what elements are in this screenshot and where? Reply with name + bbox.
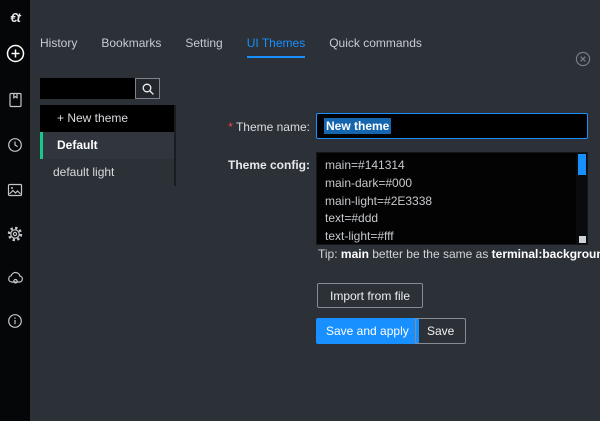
config-scrollbar-track[interactable] bbox=[576, 153, 587, 244]
config-line: main=#141314 bbox=[325, 157, 587, 175]
required-asterisk: * bbox=[228, 120, 233, 134]
theme-list-scrollbar[interactable] bbox=[174, 105, 176, 186]
sidebar: €t bbox=[0, 0, 30, 421]
config-line: text=#ddd bbox=[325, 210, 587, 228]
config-line: main-light=#2E3338 bbox=[325, 193, 587, 211]
search-button[interactable] bbox=[135, 78, 160, 99]
settings-window: { "colors": { "accent": "#1890ff", "sele… bbox=[0, 0, 600, 421]
add-circle-icon[interactable] bbox=[0, 43, 30, 63]
settings-gear-icon[interactable] bbox=[0, 224, 30, 244]
history-icon[interactable] bbox=[0, 135, 30, 155]
theme-search bbox=[40, 78, 160, 99]
theme-config-textarea[interactable]: main=#141314 main-dark=#000 main-light=#… bbox=[316, 152, 588, 245]
close-icon[interactable] bbox=[575, 51, 591, 67]
app-logo: €t bbox=[0, 7, 30, 27]
save-button[interactable]: Save bbox=[415, 318, 466, 344]
textarea-resize-grip[interactable] bbox=[579, 236, 586, 243]
tab-history[interactable]: History bbox=[40, 36, 77, 58]
list-item-default[interactable]: Default bbox=[40, 132, 176, 159]
tab-bookmarks[interactable]: Bookmarks bbox=[101, 36, 161, 58]
theme-name-value: New theme bbox=[324, 118, 391, 134]
list-item-default-light[interactable]: default light bbox=[40, 159, 176, 186]
tab-ui-themes[interactable]: UI Themes bbox=[247, 36, 305, 58]
tab-setting[interactable]: Setting bbox=[185, 36, 222, 58]
theme-name-input[interactable]: New theme bbox=[316, 113, 588, 139]
config-tip: Tip: main better be the same as terminal… bbox=[318, 247, 600, 261]
search-icon bbox=[141, 82, 155, 96]
config-line: text-light=#fff bbox=[325, 228, 587, 245]
bookmarks-icon[interactable] bbox=[0, 90, 30, 110]
theme-list: + New theme Default default light bbox=[40, 105, 176, 186]
list-item-new-theme[interactable]: + New theme bbox=[40, 105, 176, 132]
settings-panel: History Bookmarks Setting UI Themes Quic… bbox=[30, 0, 600, 421]
theme-name-label: *Theme name: bbox=[180, 120, 310, 134]
settings-tabs: History Bookmarks Setting UI Themes Quic… bbox=[40, 36, 422, 58]
theme-config-label: Theme config: bbox=[180, 158, 310, 172]
tab-quick-commands[interactable]: Quick commands bbox=[329, 36, 422, 58]
picture-icon[interactable] bbox=[0, 180, 30, 200]
info-icon[interactable] bbox=[0, 311, 30, 331]
theme-config-content: main=#141314 main-dark=#000 main-light=#… bbox=[317, 153, 587, 245]
cloud-sync-icon[interactable] bbox=[0, 268, 30, 288]
config-scrollbar-thumb[interactable] bbox=[578, 154, 586, 175]
config-line: main-dark=#000 bbox=[325, 175, 587, 193]
save-and-apply-button[interactable]: Save and apply bbox=[316, 318, 419, 344]
import-from-file-button[interactable]: Import from file bbox=[317, 283, 423, 308]
theme-search-input[interactable] bbox=[40, 78, 135, 99]
